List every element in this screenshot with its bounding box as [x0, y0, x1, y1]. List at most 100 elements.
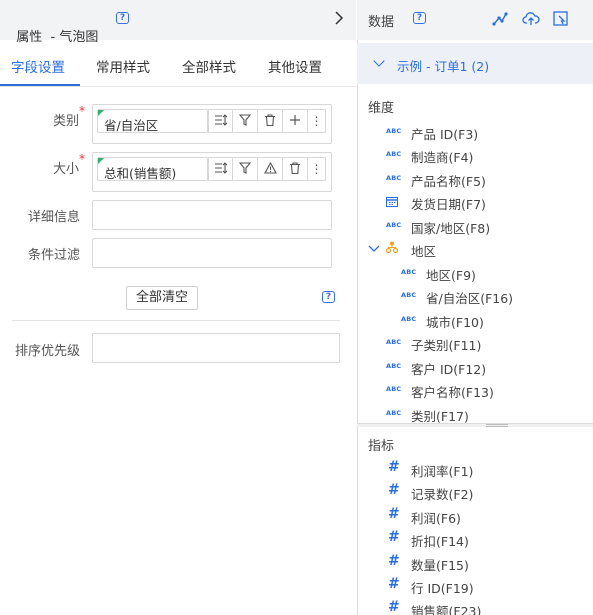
- measure-item[interactable]: # 记录数(F2): [388, 482, 474, 503]
- properties-title: 属性 - 气泡图: [8, 11, 98, 45]
- dimension-label: 制造商(F4): [411, 150, 474, 165]
- dimension-label: 类别(F17): [411, 409, 469, 424]
- dimension-label: 客户 ID(F12): [411, 362, 487, 377]
- abc-icon: ABC: [401, 315, 417, 323]
- category-label: 类别 *: [0, 104, 85, 129]
- warning-icon[interactable]: [258, 157, 283, 181]
- delete-icon[interactable]: [258, 109, 283, 133]
- number-icon: #: [388, 482, 400, 498]
- dimension-label: 省/自治区(F16): [426, 291, 514, 306]
- category-field-value: 省/自治区: [104, 118, 159, 133]
- abc-icon: ABC: [401, 291, 417, 299]
- help-icon[interactable]: ?: [322, 291, 335, 303]
- dimension-item[interactable]: ABC 城市(F10): [401, 312, 484, 331]
- number-icon: #: [388, 459, 400, 475]
- measure-label: 利润率(F1): [411, 464, 474, 479]
- measure-item[interactable]: # 利润(F6): [388, 506, 461, 527]
- size-drop-zone[interactable]: 总和(销售额) ⋮: [92, 152, 332, 192]
- filter-drop-zone[interactable]: [92, 238, 332, 268]
- filter-label: 条件过滤: [27, 248, 80, 263]
- dimension-label: 城市(F10): [426, 315, 484, 330]
- dimension-label: 地区: [411, 244, 437, 259]
- category-drop-zone[interactable]: 省/自治区 ⋮: [92, 104, 332, 144]
- drag-handle-icon[interactable]: [486, 424, 508, 427]
- detail-drop-zone[interactable]: [92, 200, 332, 230]
- abc-icon: ABC: [386, 221, 402, 229]
- sort-priority-drop-zone[interactable]: [92, 333, 340, 363]
- category-label-text: 类别: [52, 114, 79, 129]
- measure-item[interactable]: # 数量(F15): [388, 553, 469, 574]
- size-field-value: 总和(销售额): [104, 166, 177, 181]
- clear-all-button[interactable]: 全部清空: [126, 286, 198, 310]
- tab-common-style[interactable]: 常用样式: [96, 56, 150, 76]
- sort-icon[interactable]: [208, 109, 233, 133]
- measure-item[interactable]: # 行 ID(F19): [388, 576, 474, 597]
- detail-label: 详细信息: [27, 210, 80, 225]
- help-icon[interactable]: ?: [116, 12, 129, 24]
- abc-icon: ABC: [386, 409, 402, 417]
- dimension-label: 地区(F9): [426, 268, 476, 283]
- size-field-pill[interactable]: 总和(销售额): [97, 157, 208, 181]
- dimension-item[interactable]: ABC 省/自治区(F16): [401, 288, 513, 307]
- dimension-label: 发货日期(F7): [411, 197, 486, 212]
- data-model-icon[interactable]: [491, 10, 509, 28]
- chevron-down-icon[interactable]: [368, 242, 380, 257]
- more-options-icon[interactable]: ⋮: [308, 109, 326, 133]
- add-icon[interactable]: [283, 109, 308, 133]
- number-icon: #: [388, 529, 400, 545]
- measure-item[interactable]: # 利润率(F1): [388, 459, 474, 480]
- dimension-label: 客户名称(F13): [411, 385, 494, 400]
- measure-label: 数量(F15): [411, 558, 469, 573]
- tabs-divider: [0, 86, 356, 87]
- dimension-item[interactable]: ABC 子类别(F11): [386, 335, 481, 354]
- collapse-panel-chevron-icon[interactable]: [334, 10, 344, 30]
- dimension-item[interactable]: ABC 客户名称(F13): [386, 382, 494, 401]
- dataset-selector[interactable]: 示例 - 订单1 (2): [357, 43, 593, 84]
- more-options-icon[interactable]: ⋮: [308, 157, 326, 181]
- measure-item[interactable]: # 销售额(F23): [388, 599, 482, 615]
- upload-cloud-icon[interactable]: [522, 10, 540, 28]
- dimensions-title: 维度: [368, 101, 395, 116]
- filter-icon[interactable]: [233, 157, 258, 181]
- abc-icon: ABC: [386, 362, 402, 370]
- dimension-label: 产品 ID(F3): [411, 127, 479, 142]
- dimension-label: 子类别(F11): [411, 338, 482, 353]
- dimension-item[interactable]: 发货日期(F7): [386, 194, 486, 213]
- abc-icon: ABC: [401, 268, 417, 276]
- tab-other-settings[interactable]: 其他设置: [268, 56, 322, 76]
- sort-icon[interactable]: [208, 157, 233, 181]
- dimension-item[interactable]: ABC 制造商(F4): [386, 147, 473, 166]
- measure-label: 折扣(F14): [411, 534, 469, 549]
- category-field-pill[interactable]: 省/自治区: [97, 109, 208, 133]
- dimension-item[interactable]: ABC 国家/地区(F8): [386, 218, 490, 237]
- help-icon[interactable]: ?: [413, 12, 426, 24]
- required-marker: *: [79, 152, 85, 166]
- size-label-text: 大小: [52, 162, 79, 177]
- dimension-item[interactable]: ABC 客户 ID(F12): [386, 359, 486, 378]
- dataset-name: 示例 - 订单1 (2): [397, 59, 490, 74]
- data-panel-title: 数据: [368, 15, 395, 30]
- measures-title: 指标: [368, 439, 395, 454]
- dimension-item[interactable]: ABC 地区(F9): [401, 265, 476, 284]
- tab-all-style[interactable]: 全部样式: [182, 56, 236, 76]
- tab-field-settings[interactable]: 字段设置: [11, 56, 65, 76]
- measure-label: 记录数(F2): [411, 487, 474, 502]
- panel-splitter[interactable]: [357, 423, 593, 427]
- number-icon: #: [388, 576, 400, 592]
- abc-icon: ABC: [386, 174, 402, 182]
- abc-icon: ABC: [386, 150, 402, 158]
- measure-label: 销售额(F23): [411, 604, 482, 615]
- dimension-item[interactable]: ABC 产品 ID(F3): [386, 124, 478, 143]
- filter-icon[interactable]: [233, 109, 258, 133]
- chevron-down-icon: [373, 55, 385, 67]
- measure-label: 利润(F6): [411, 511, 461, 526]
- measure-item[interactable]: # 折扣(F14): [388, 529, 469, 550]
- select-dataset-icon[interactable]: [552, 10, 570, 28]
- abc-icon: ABC: [386, 385, 402, 393]
- hierarchy-icon: [385, 241, 399, 256]
- delete-icon[interactable]: [283, 157, 308, 181]
- dimension-group[interactable]: 地区: [368, 241, 436, 260]
- abc-icon: ABC: [386, 338, 402, 346]
- number-icon: #: [388, 599, 400, 615]
- dimension-item[interactable]: ABC 产品名称(F5): [386, 171, 486, 190]
